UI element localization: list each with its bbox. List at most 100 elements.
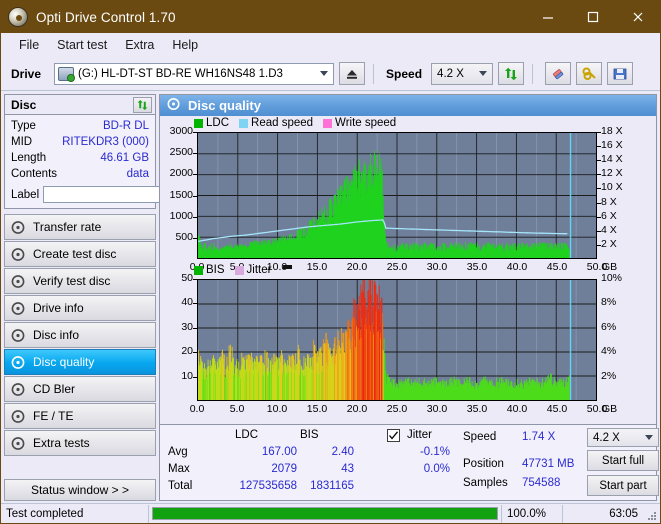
stats-row-max-name: Max	[168, 463, 190, 475]
menu-item-start-test[interactable]: Start test	[48, 36, 116, 54]
menu-item-extra[interactable]: Extra	[116, 36, 163, 54]
menu-item-help[interactable]: Help	[163, 36, 207, 54]
ldc-ytick-right-0: 2 X	[601, 237, 617, 250]
stats-total-bis: 1831165	[310, 480, 354, 492]
stats-max-jitter: 0.0%	[423, 463, 450, 475]
close-icon[interactable]	[615, 1, 660, 33]
ldc-ytick-3000: 3000	[169, 125, 193, 137]
tools-button[interactable]	[576, 62, 603, 85]
disc-row-contents-key: Contents	[11, 168, 58, 180]
disc-row-type: Type BD-R DL	[11, 118, 149, 134]
bis-ytick-mark	[193, 352, 197, 354]
app-disc-icon	[8, 7, 28, 27]
ldc-ytick-right-3: 8 X	[601, 195, 617, 208]
bis-ytick-20: 20	[181, 345, 193, 358]
bis-ytick-right-1: 4%	[601, 345, 617, 358]
status-message: Test completed	[6, 507, 84, 520]
drive-select[interactable]: (G:) HL-DT-ST BD-RE WH16NS48 1.D3	[54, 62, 335, 85]
test-speed-value: 4.2 X	[593, 431, 620, 444]
bis-ytick-mark	[193, 376, 197, 378]
stats-total-ldc: 127535658	[239, 480, 297, 492]
save-button[interactable]	[607, 62, 634, 85]
test-speed-select[interactable]: 4.2 X	[587, 428, 659, 447]
bis-xtick-1: 5.0	[229, 403, 245, 415]
ldc-ytick-mark	[193, 216, 197, 218]
sidebar-item-cd-bler[interactable]: CD Bler	[4, 376, 156, 402]
stats-col-bis: BIS	[300, 429, 319, 441]
legend-swatch-ldc	[194, 118, 203, 128]
stats-row-avg-name: Avg	[168, 446, 188, 458]
legend-label-read-speed: Read speed	[251, 117, 314, 129]
ldc-ytick-right-mark	[597, 132, 601, 133]
minimize-icon[interactable]	[525, 1, 570, 33]
sidebar-item-label: Disc quality	[33, 355, 95, 369]
ldc-ytick-right-mark	[597, 146, 601, 148]
ldc-ytick-right-5: 12 X	[601, 167, 623, 180]
disc-refresh-button[interactable]	[133, 96, 152, 113]
sidebar-item-fe-te[interactable]: FE / TE	[4, 403, 156, 429]
sidebar-nav: Transfer rate Create test disc Verify te…	[4, 214, 156, 456]
legend-swatch-bis	[194, 265, 203, 275]
sidebar-item-drive-info[interactable]: Drive info	[4, 295, 156, 321]
speed-label: Speed	[386, 66, 423, 81]
bis-ytick-50: 50	[181, 272, 193, 284]
main-body: Disc Type BD-R DL MID RITEKDR3 (000) Len…	[1, 91, 660, 503]
ldc-ytick-right-2: 6 X	[601, 209, 617, 222]
ldc-xtick-3: 15.0	[306, 261, 328, 273]
speed-select[interactable]: 4.2 X	[431, 62, 494, 85]
chevron-down-icon	[645, 435, 653, 440]
sidebar-item-disc-info[interactable]: Disc info	[4, 322, 156, 348]
disc-panel-header: Disc	[5, 95, 155, 115]
application-window: Opti Drive Control 1.70 File Start test …	[0, 0, 661, 524]
stats-avg-ldc: 167.00	[261, 446, 297, 458]
ldc-xtick-6: 30.0	[426, 261, 448, 273]
disc-row-mid-value: RITEKDR3 (000)	[62, 136, 149, 148]
legend-label-jitter: Jitter	[246, 264, 272, 276]
refresh-button[interactable]	[498, 62, 525, 85]
status-window-button[interactable]: Status window > >	[4, 479, 156, 501]
toolbar-divider	[373, 63, 375, 84]
ldc-ytick-2500: 2500	[169, 146, 193, 159]
sidebar-item-disc-quality[interactable]: Disc quality	[4, 349, 156, 375]
stats-row-total-name: Total	[168, 480, 193, 492]
ldc-ytick-right-4: 10 X	[601, 181, 623, 194]
legend-swatch-read-speed	[239, 118, 249, 128]
sidebar-item-verify-test-disc[interactable]: Verify test disc	[4, 268, 156, 294]
menu-bar: File Start test Extra Help	[1, 33, 660, 57]
ldc-ytick-500: 500	[175, 230, 193, 243]
legend-label-bis: BIS	[206, 264, 225, 276]
legend-entry-bis: BIS	[194, 264, 225, 276]
ldc-ytick-right-mark	[597, 230, 601, 232]
jitter-marker-icon	[283, 265, 293, 269]
sidebar-item-create-test-disc[interactable]: Create test disc	[4, 241, 156, 267]
legend-swatch-jitter	[234, 265, 244, 275]
eraser-button[interactable]	[545, 62, 572, 85]
legend-entry-ldc: LDC	[194, 117, 229, 129]
maximize-icon[interactable]	[570, 1, 615, 33]
start-full-button[interactable]: Start full	[587, 450, 659, 471]
bis-ytick-right-3: 8%	[601, 296, 617, 309]
disc-quality-header: Disc quality	[160, 95, 656, 116]
stats-samples-key: Samples	[463, 477, 508, 489]
sidebar-item-transfer-rate[interactable]: Transfer rate	[4, 214, 156, 240]
jitter-checkbox[interactable]	[387, 429, 400, 442]
disc-quality-panel: Disc quality LDC Read speed Write speed …	[159, 94, 659, 501]
sidebar-item-label: Create test disc	[33, 247, 117, 261]
sidebar-item-extra-tests[interactable]: Extra tests	[4, 430, 156, 456]
disc-row-length-key: Length	[11, 152, 47, 164]
menu-item-file[interactable]: File	[10, 36, 48, 54]
ldc-ytick-2000: 2000	[169, 167, 193, 180]
chevron-down-icon	[320, 71, 329, 76]
resize-grip[interactable]	[643, 507, 657, 521]
eject-button[interactable]	[339, 62, 366, 85]
start-part-button[interactable]: Start part	[587, 475, 659, 496]
ldc-ytick-right-mark	[597, 244, 601, 246]
legend-entry-write-speed: Write speed	[323, 117, 396, 129]
drive-label: Drive	[11, 66, 42, 81]
ldc-ytick-right-mark	[597, 188, 601, 190]
bis-xtick-3: 15.0	[306, 403, 328, 415]
bis-xaxis-unit: GB	[602, 403, 618, 415]
status-bar: Test completed 100.0% 63:05	[1, 503, 660, 523]
sidebar-item-label: CD Bler	[33, 382, 76, 396]
main-content: Disc quality LDC Read speed Write speed …	[159, 91, 660, 503]
